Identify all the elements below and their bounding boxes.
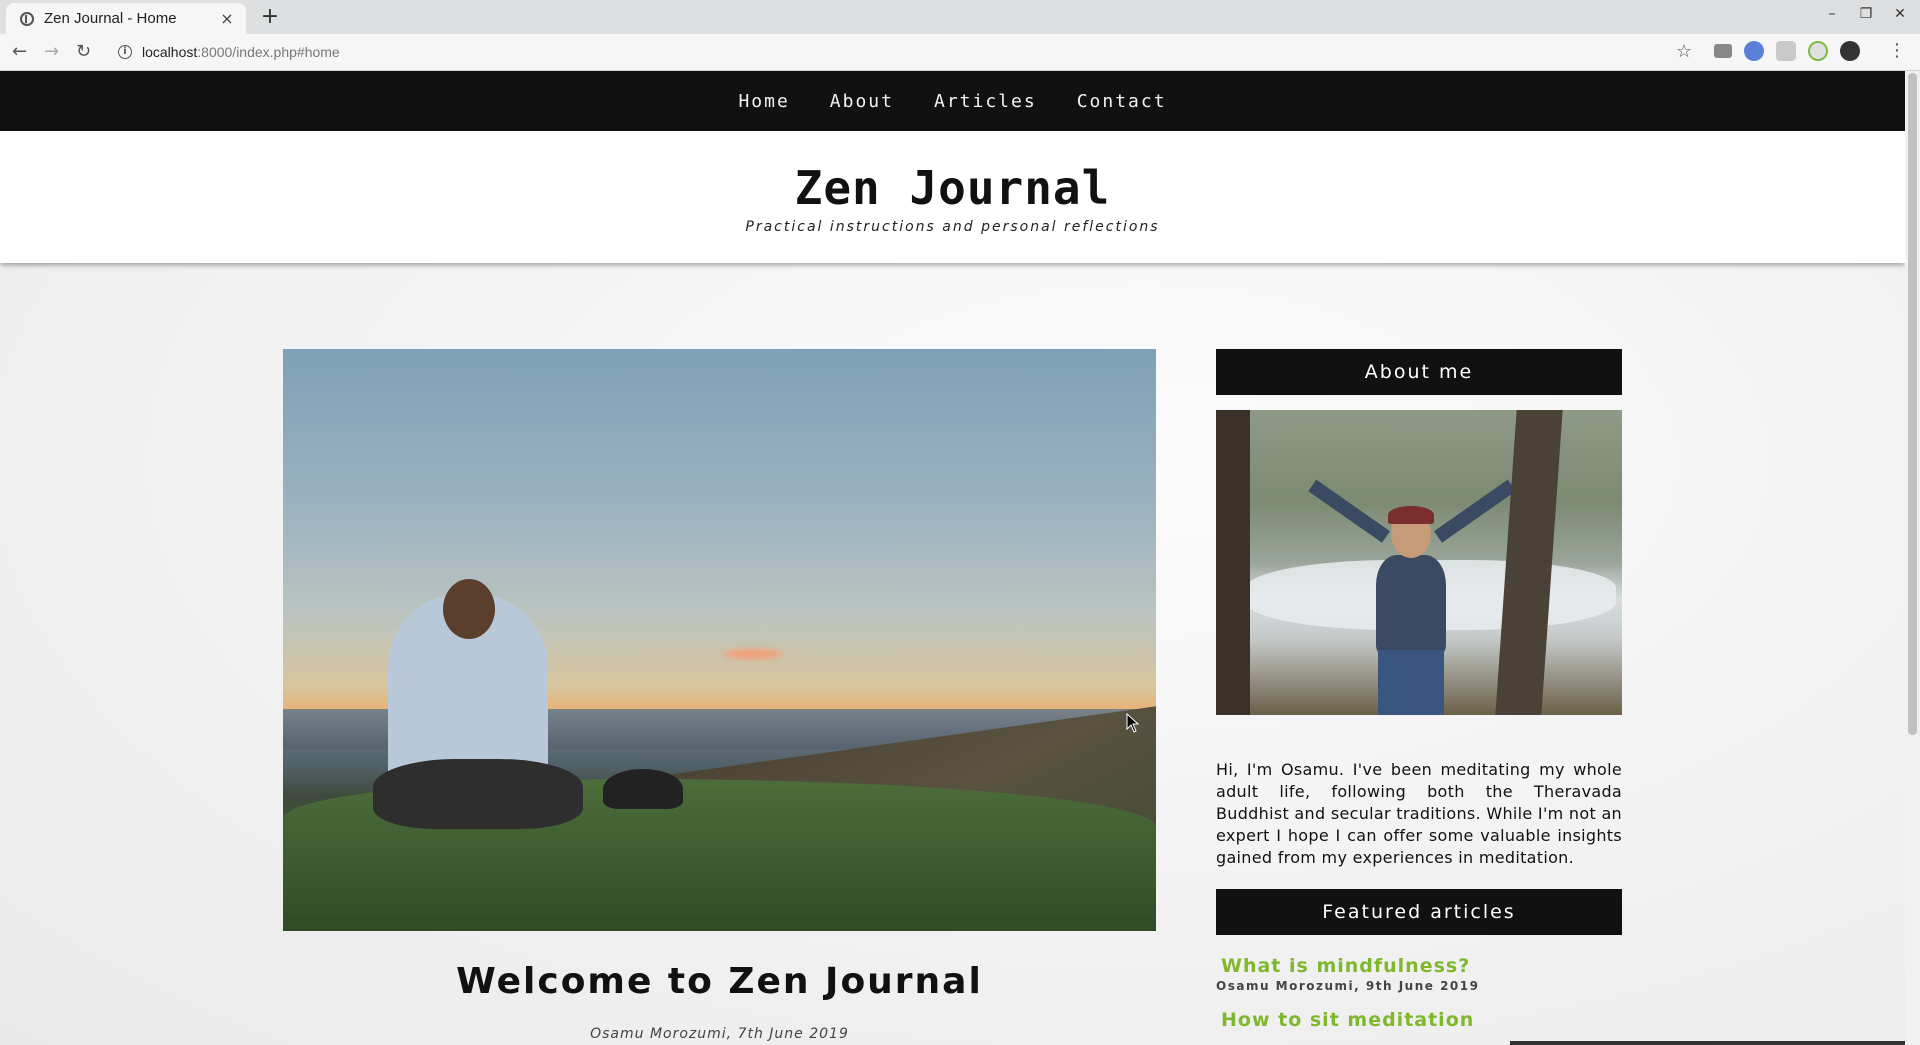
restore-icon[interactable]: ❐ (1858, 6, 1874, 22)
site-title: Zen Journal (794, 161, 1111, 215)
site-header: Zen Journal Practical instructions and p… (0, 131, 1905, 263)
url-path: :8000/index.php#home (197, 44, 340, 60)
browser-toolbar: ← → ↻ i localhost:8000/index.php#home (0, 34, 1920, 71)
featured-article-meta: Osamu Morozumi, 9th June 2019 (1216, 979, 1480, 993)
nav-contact-link[interactable]: Contact (1077, 91, 1167, 112)
nav-articles-link[interactable]: Articles (934, 91, 1037, 112)
new-tab-button[interactable]: + (256, 6, 284, 30)
globe-icon (20, 11, 34, 26)
info-icon[interactable]: i (118, 45, 132, 59)
raised-arm (1308, 479, 1391, 543)
featured-article: What is mindfulness? Osamu Morozumi, 9th… (1216, 955, 1622, 993)
blue-extension-icon[interactable] (1744, 41, 1764, 61)
address-bar[interactable]: i localhost:8000/index.php#home (106, 38, 1706, 66)
tab-close-icon[interactable]: × (218, 9, 236, 28)
person-legs (373, 759, 583, 829)
minimize-icon[interactable]: – (1824, 6, 1840, 22)
page-scrollbar[interactable] (1905, 71, 1920, 1045)
tree-trunk (1216, 410, 1250, 715)
author-legs (1378, 650, 1444, 715)
site-tagline: Practical instructions and personal refl… (745, 219, 1160, 235)
sidebar: About me Hi, I'm Osamu. I've been medita… (1216, 349, 1622, 1031)
close-window-icon[interactable]: ✕ (1892, 6, 1908, 22)
site-navigation: Home About Articles Contact (0, 71, 1905, 131)
post-title: Welcome to Zen Journal (456, 961, 983, 1002)
camera-extension-icon[interactable] (1714, 44, 1732, 58)
profile-avatar-icon[interactable] (1840, 41, 1860, 61)
tab-title: Zen Journal - Home (44, 10, 177, 27)
url-host: localhost (142, 44, 198, 60)
browser-menu-icon[interactable]: ⋮ (1888, 40, 1906, 61)
browser-tab[interactable]: Zen Journal - Home × (6, 3, 246, 34)
featured-article: How to sit meditation (1216, 1009, 1622, 1031)
hero-image (283, 349, 1156, 931)
green-extension-icon[interactable] (1808, 41, 1828, 61)
download-bar-edge (1510, 1041, 1905, 1045)
author-cap (1388, 506, 1434, 524)
bookmark-star-icon[interactable]: ☆ (1676, 41, 1692, 62)
featured-heading: Featured articles (1216, 889, 1622, 935)
about-text: Hi, I'm Osamu. I've been meditating my w… (1216, 760, 1622, 867)
about-heading: About me (1216, 349, 1622, 395)
nav-about-link[interactable]: About (830, 91, 894, 112)
reload-icon[interactable]: ↻ (76, 41, 91, 62)
forward-arrow-icon[interactable]: → (44, 41, 59, 62)
backpack (603, 769, 683, 809)
nav-home-link[interactable]: Home (738, 91, 789, 112)
tree-trunk (1495, 410, 1563, 715)
featured-article-link[interactable]: What is mindfulness? (1221, 955, 1622, 977)
page-viewport: Home About Articles Contact Zen Journal … (0, 71, 1905, 1045)
browser-tabstrip: Zen Journal - Home × + – ❐ ✕ (0, 0, 1920, 34)
featured-article-link[interactable]: How to sit meditation (1221, 1009, 1622, 1031)
scrollbar-thumb[interactable] (1908, 73, 1917, 735)
author-figure (1376, 555, 1446, 655)
featured-articles: Featured articles What is mindfulness? O… (1216, 889, 1622, 1031)
person-head (443, 579, 495, 639)
window-controls: – ❐ ✕ (1824, 6, 1908, 22)
back-arrow-icon[interactable]: ← (12, 41, 27, 62)
raised-arm (1433, 479, 1516, 543)
post-meta: Osamu Morozumi, 7th June 2019 (590, 1026, 849, 1042)
grid-extension-icon[interactable] (1776, 41, 1796, 61)
author-photo (1216, 410, 1622, 715)
sunset-glow (723, 649, 783, 659)
extension-icons (1714, 41, 1860, 61)
